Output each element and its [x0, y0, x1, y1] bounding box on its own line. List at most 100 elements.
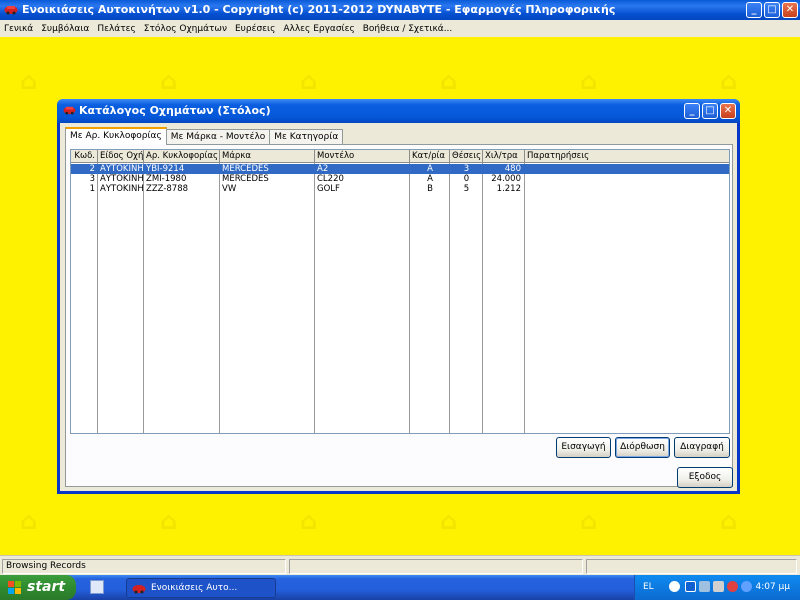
cell-brand: MERCEDES: [222, 174, 269, 184]
watermark: ⌂: [720, 507, 738, 535]
window-title: Κατάλογος Οχημάτων (Στόλος): [79, 104, 271, 117]
cell-notes: [525, 184, 729, 194]
system-tray: EL 4:07 μμ: [634, 575, 800, 600]
grid-line: [482, 163, 483, 433]
table-row[interactable]: 3 ΑΥΤΟΚΙΝΗΤ ZMI-1980 MERCEDES CL220 A 0 …: [71, 174, 729, 184]
window-minimize-button[interactable]: _: [684, 103, 700, 119]
grid-line: [524, 163, 525, 433]
window-title-bar[interactable]: Κατάλογος Οχημάτων (Στόλος) _ □ ✕: [57, 99, 740, 123]
start-button[interactable]: start: [0, 575, 76, 600]
watermark: ⌂: [300, 507, 318, 535]
col-model[interactable]: Μοντέλο: [315, 150, 410, 163]
windows-logo-icon: [8, 581, 21, 594]
grid-line: [97, 163, 98, 433]
watermark: ⌂: [720, 67, 738, 95]
menu-other-tasks[interactable]: Αλλες Εργασίες: [279, 24, 358, 34]
status-bar: Browsing Records: [0, 555, 800, 575]
edit-button[interactable]: Διόρθωση: [615, 437, 670, 458]
cell-brand: MERCEDES: [222, 164, 269, 174]
maximize-button[interactable]: □: [764, 2, 780, 18]
col-kind[interactable]: Είδος Οχήμ: [98, 150, 144, 163]
status-text: Browsing Records: [2, 559, 286, 574]
tab-by-plate[interactable]: Με Αρ. Κυκλοφορίας: [65, 127, 167, 145]
cell-km: 480: [504, 164, 521, 174]
menu-fleet[interactable]: Στόλος Οχημάτων: [140, 24, 231, 34]
grid-line: [143, 163, 144, 433]
watermark: ⌂: [580, 67, 598, 95]
app-title-bar[interactable]: Ενοικιάσεις Αυτοκινήτων v1.0 - Copyright…: [0, 0, 800, 20]
cell-seats: 5: [463, 184, 470, 194]
cell-plate: YBI-9214: [146, 164, 185, 174]
cell-model: CL220: [317, 174, 344, 184]
taskbar: start Ενοικιάσεις Αυτο... EL 4:07 μμ: [0, 575, 800, 600]
status-panel: [289, 559, 583, 574]
exit-button[interactable]: Εξοδος: [677, 467, 733, 488]
cell-category: A: [427, 174, 433, 184]
cell-category: A: [427, 164, 433, 174]
cell-seats: 0: [463, 174, 470, 184]
cell-code: 1: [89, 184, 95, 194]
cell-plate: ZMI-1980: [146, 174, 187, 184]
car-icon: [63, 106, 76, 115]
cell-model: A2: [317, 164, 329, 174]
vehicle-catalog-window: Κατάλογος Οχημάτων (Στόλος) _ □ ✕ Με Αρ.…: [57, 99, 740, 494]
col-plate[interactable]: Αρ. Κυκλοφορίας: [144, 150, 220, 163]
cell-kind: ΑΥΤΟΚΙΝΗΤ: [100, 164, 144, 174]
menu-customers[interactable]: Πελάτες: [93, 24, 139, 34]
menu-search[interactable]: Ευρέσεις: [231, 24, 279, 34]
status-panel: [586, 559, 797, 574]
vehicle-grid[interactable]: Κωδ. Είδος Οχήμ Αρ. Κυκλοφορίας Μάρκα Μο…: [70, 149, 730, 434]
grid-line: [219, 163, 220, 433]
watermark: ⌂: [440, 67, 458, 95]
bluetooth-icon[interactable]: [685, 581, 696, 592]
col-category[interactable]: Κατ/ρία: [410, 150, 450, 163]
tray-expand-icon[interactable]: [669, 581, 680, 592]
col-code[interactable]: Κωδ.: [71, 150, 98, 163]
col-seats[interactable]: Θέσεις: [450, 150, 483, 163]
cell-kind: ΑΥΤΟΚΙΝΗΤ: [100, 174, 144, 184]
watermark: ⌂: [20, 507, 38, 535]
close-button[interactable]: ✕: [782, 2, 798, 18]
start-label: start: [27, 579, 66, 595]
watermark: ⌂: [20, 67, 38, 95]
grid-line: [449, 163, 450, 433]
col-brand[interactable]: Μάρκα: [220, 150, 315, 163]
watermark: ⌂: [440, 507, 458, 535]
grid-line: [409, 163, 410, 433]
cell-brand: VW: [222, 184, 237, 194]
watermark: ⌂: [580, 507, 598, 535]
cell-code: 3: [89, 174, 95, 184]
table-row[interactable]: 2 ΑΥΤΟΚΙΝΗΤ YBI-9214 MERCEDES A2 A 3 480: [71, 164, 729, 174]
tray-app-icon[interactable]: [741, 581, 752, 592]
menu-bar: Γενικά Συμβόλαια Πελάτες Στόλος Οχημάτων…: [0, 20, 800, 37]
cell-category: B: [427, 184, 433, 194]
menu-general[interactable]: Γενικά: [0, 24, 37, 34]
taskbar-app-label: Ενοικιάσεις Αυτο...: [151, 583, 238, 593]
security-icon[interactable]: [727, 581, 738, 592]
network-icon[interactable]: [699, 581, 710, 592]
window-body: Με Αρ. Κυκλοφορίας Με Μάρκα - Μοντέλο Με…: [60, 123, 737, 491]
delete-button[interactable]: Διαγραφή: [674, 437, 730, 458]
table-row[interactable]: 1 ΑΥΤΟΚΙΝΗΤ ZZZ-8788 VW GOLF B 5 1.212: [71, 184, 729, 194]
cell-model: GOLF: [317, 184, 340, 194]
tab-by-brand-model[interactable]: Με Μάρκα - Μοντέλο: [165, 129, 271, 145]
cell-notes: [525, 174, 729, 184]
grid-line: [314, 163, 315, 433]
menu-help-about[interactable]: Βοήθεια / Σχετικά...: [359, 24, 457, 34]
taskbar-app-button[interactable]: Ενοικιάσεις Αυτο...: [126, 578, 276, 598]
minimize-button[interactable]: _: [746, 2, 762, 18]
insert-button[interactable]: Εισαγωγή: [556, 437, 611, 458]
col-notes[interactable]: Παρατηρήσεις: [525, 150, 729, 163]
menu-contracts[interactable]: Συμβόλαια: [37, 24, 93, 34]
cell-code: 2: [89, 164, 95, 174]
window-close-button[interactable]: ✕: [720, 103, 736, 119]
show-desktop-icon[interactable]: [90, 580, 104, 594]
language-indicator[interactable]: EL: [643, 582, 654, 592]
car-icon: [4, 6, 18, 15]
tab-by-category[interactable]: Με Κατηγορία: [269, 129, 344, 145]
cell-seats: 3: [463, 164, 470, 174]
col-km[interactable]: Χιλ/τρα: [483, 150, 525, 163]
window-maximize-button[interactable]: □: [702, 103, 718, 119]
tab-strip: Με Αρ. Κυκλοφορίας Με Μάρκα - Μοντέλο Με…: [65, 127, 344, 145]
volume-icon[interactable]: [713, 581, 724, 592]
